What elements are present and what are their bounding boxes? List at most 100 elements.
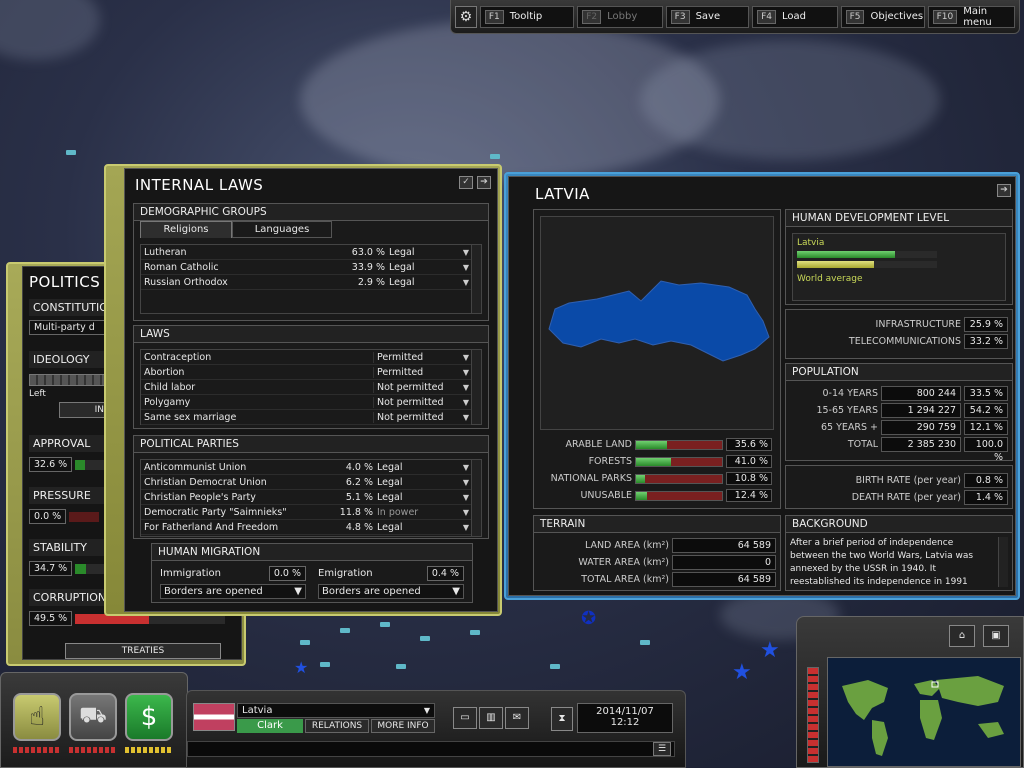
world-map-icon (842, 676, 1004, 756)
load-button[interactable]: F4 Load (752, 5, 838, 28)
chart-icon[interactable]: ▥ (479, 707, 503, 729)
party-percent: 11.8 % (339, 506, 373, 518)
capital-marker-icon[interactable]: ✪ (581, 610, 596, 628)
population-percent: 100.0 % (964, 437, 1008, 463)
land-use-row: ARABLE LAND 35.6 % (540, 436, 774, 453)
chevron-down-icon: ▼ (462, 352, 470, 362)
demographic-groups-head: DEMOGRAPHIC GROUPS (134, 204, 488, 221)
home-icon[interactable]: ⌂ (949, 625, 975, 647)
map-unit[interactable] (320, 662, 330, 667)
tooltip-button[interactable]: F1 Tooltip (479, 5, 575, 28)
hdl-world-label: World average (797, 274, 863, 284)
chevron-down-icon: ▼ (462, 397, 470, 407)
population-label: TOTAL (847, 439, 878, 450)
hourglass-icon[interactable]: ⧗ (551, 707, 573, 731)
map-unit[interactable] (300, 640, 310, 645)
land-use-label: NATIONAL PARKS (550, 473, 632, 484)
map-unit[interactable] (380, 622, 390, 627)
law-row[interactable]: Abortion Permitted ▼ (141, 365, 471, 380)
map-unit[interactable] (640, 640, 650, 645)
star-icon[interactable]: ★ (760, 640, 780, 662)
ideology-label: IDEOLOGY (29, 351, 109, 368)
close-panel-icon[interactable]: ➔ (477, 176, 491, 189)
tab-languages[interactable]: Languages (232, 221, 332, 238)
map-unit[interactable] (470, 630, 480, 635)
message-log-bar[interactable] (187, 741, 675, 757)
chevron-down-icon: ▼ (462, 462, 470, 472)
background-scrollbar[interactable] (998, 537, 1008, 587)
mail-icon[interactable]: ✉ (505, 707, 529, 729)
land-use-row: NATIONAL PARKS 10.8 % (540, 470, 774, 487)
religion-row[interactable]: Roman Catholic 33.9 % Legal ▼ (141, 260, 471, 275)
corruption-value: 49.5 % (29, 611, 73, 626)
military-mode-button[interactable]: ⛟ (69, 693, 117, 741)
more-info-button[interactable]: MORE INFO (371, 719, 435, 733)
party-row[interactable]: Anticommunist Union 4.0 % Legal ▼ (141, 460, 471, 475)
checkmark-icon[interactable]: ✓ (459, 176, 473, 189)
save-button[interactable]: F3 Save (665, 5, 750, 28)
law-row[interactable]: Polygamy Not permitted ▼ (141, 395, 471, 410)
laws-scrollbar[interactable] (471, 350, 481, 424)
religion-percent: 63.0 % (351, 246, 385, 258)
constitution-value[interactable]: Multi-party d (29, 320, 109, 335)
immigration-policy-select[interactable]: Borders are opened ▼ (160, 584, 306, 599)
country-select[interactable]: Latvia ▼ (237, 703, 435, 718)
religion-row[interactable]: Russian Orthodox 2.9 % Legal ▼ (141, 275, 471, 290)
main-menu-button[interactable]: F10 Main menu (927, 5, 1015, 28)
camera-icon[interactable]: ▣ (983, 625, 1009, 647)
treaties-button[interactable]: TREATIES (65, 643, 221, 659)
map-unit[interactable] (490, 154, 500, 159)
zoom-meter[interactable] (807, 667, 819, 763)
vital-rates-section: BIRTH RATE (per year) 0.8 % DEATH RATE (pe… (785, 465, 1013, 509)
terrain-section: TERRAIN LAND AREA (km²) 64 589 WATER AREA … (533, 515, 781, 591)
parties-scrollbar[interactable] (471, 460, 481, 536)
map-unit[interactable] (420, 636, 430, 641)
human-development-head: HUMAN DEVELOPMENT LEVEL (786, 210, 1012, 227)
party-row[interactable]: Christian People's Party 5.1 % Legal ▼ (141, 490, 471, 505)
background-head: BACKGROUND (786, 516, 1012, 533)
population-section: POPULATION 0-14 YEARS 800 244 33.5 % 15-65 … (785, 363, 1013, 463)
law-row[interactable]: Contraception Permitted ▼ (141, 350, 471, 365)
party-row[interactable]: Democratic Party "Saimnieks" 11.8 % In pow… (141, 505, 471, 520)
party-row[interactable]: For Fatherland And Freedom 4.8 % Legal ▼ (141, 520, 471, 535)
emigration-policy-select[interactable]: Borders are opened ▼ (318, 584, 464, 599)
religion-name: Roman Catholic (144, 261, 219, 273)
map-unit[interactable] (340, 628, 350, 633)
map-unit[interactable] (396, 664, 406, 669)
law-row[interactable]: Same sex marriage Not permitted ▼ (141, 410, 471, 425)
law-status: Not permitted (373, 411, 461, 423)
star-icon[interactable]: ★ (294, 660, 308, 676)
star-icon[interactable]: ★ (732, 662, 752, 684)
leader-name[interactable]: Clark (237, 719, 303, 733)
law-name: Same sex marriage (144, 411, 237, 423)
law-row[interactable]: Child labor Not permitted ▼ (141, 380, 471, 395)
close-panel-icon[interactable]: ➔ (997, 184, 1011, 197)
relations-button[interactable]: RELATIONS (305, 719, 369, 733)
laws-head: LAWS (134, 326, 488, 343)
ideology-slider[interactable] (29, 374, 109, 386)
economy-mode-button[interactable]: $ (125, 693, 173, 741)
map-unit[interactable] (550, 664, 560, 669)
gear-icon[interactable]: ⚙ (455, 5, 477, 28)
religion-percent: 33.9 % (351, 261, 385, 273)
chevron-down-icon: ▼ (452, 586, 460, 597)
party-row[interactable]: Christian Democrat Union 6.2 % Legal ▼ (141, 475, 471, 490)
monitor-icon[interactable]: ▭ (453, 707, 477, 729)
infrastructure-label: TELECOMMUNICATIONS (848, 336, 961, 347)
infrastructure-row: TELECOMMUNICATIONS 33.2 % (786, 333, 1008, 350)
lobby-button[interactable]: F2 Lobby (577, 5, 663, 28)
minimap[interactable] (827, 657, 1021, 767)
infrastructure-value: 25.9 % (964, 317, 1008, 332)
internal-laws-title: INTERNAL LAWS (135, 176, 264, 194)
map-unit[interactable] (66, 150, 76, 155)
list-icon[interactable]: ☰ (653, 742, 671, 756)
tab-religions[interactable]: Religions (140, 221, 232, 238)
politics-mode-button[interactable]: ☝ (13, 693, 61, 741)
ideology-button[interactable]: IN (59, 402, 109, 418)
religions-scrollbar[interactable] (471, 245, 481, 313)
objectives-button[interactable]: F5 Objectives (840, 5, 925, 28)
country-flag[interactable] (193, 703, 235, 731)
constitution-label: CONSTITUTIONAL (29, 299, 130, 316)
religion-row[interactable]: Lutheran 63.0 % Legal ▼ (141, 245, 471, 260)
population-count: 2 385 230 (881, 437, 961, 452)
